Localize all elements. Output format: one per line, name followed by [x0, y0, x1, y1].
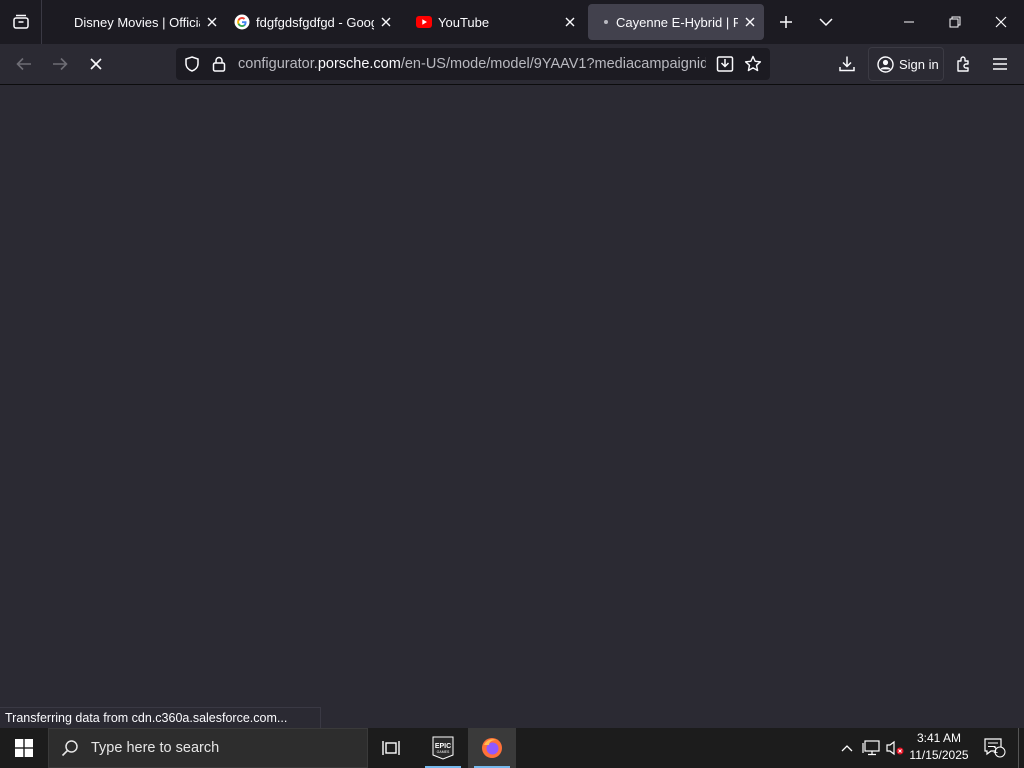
new-tab-button[interactable] — [764, 0, 808, 44]
restore-icon — [949, 16, 961, 28]
tab-title: Cayenne E-Hybrid | Por — [616, 14, 738, 30]
disney-icon — [52, 14, 68, 30]
close-icon — [995, 16, 1007, 28]
volume-tray-button[interactable] — [884, 728, 906, 768]
hamburger-menu-icon — [993, 58, 1007, 70]
task-view-icon — [382, 741, 400, 755]
tracking-protection-shield-icon[interactable] — [184, 56, 200, 72]
tab-title: fdgfgdsfgdfgd - Google — [256, 14, 374, 30]
tab-overview-button[interactable] — [0, 0, 42, 44]
tab-google[interactable]: fdgfgdsfgdfgd - Google — [234, 4, 396, 40]
tab-overview-icon — [12, 14, 29, 29]
tab-close-icon[interactable] — [202, 12, 222, 32]
tab-title: Disney Movies | Official — [74, 14, 200, 30]
taskbar-clock[interactable]: 3:41 AM 11/15/2025 — [904, 730, 974, 766]
lock-icon[interactable] — [212, 56, 226, 72]
minimize-icon — [904, 21, 914, 23]
volume-muted-icon — [886, 740, 904, 756]
sign-in-button[interactable]: Sign in — [868, 47, 944, 81]
sign-in-label: Sign in — [899, 56, 939, 72]
account-icon — [877, 55, 894, 73]
start-button[interactable] — [0, 728, 48, 768]
tab-bar: Disney Movies | Official fdgfgdsfgdfgd -… — [0, 0, 1024, 44]
address-bar[interactable]: configurator.porsche.com/en-US/mode/mode… — [176, 48, 770, 80]
taskbar-epic-games[interactable]: EPIC GAMES — [419, 728, 467, 768]
navigation-toolbar: configurator.porsche.com/en-US/mode/mode… — [0, 44, 1024, 85]
notification-count-badge: 1 — [993, 745, 999, 755]
extensions-button[interactable] — [948, 48, 980, 80]
stop-icon — [90, 58, 102, 70]
search-icon — [61, 740, 78, 757]
downloads-button[interactable] — [831, 48, 863, 80]
stop-loading-button[interactable] — [80, 48, 112, 80]
network-tray-button[interactable] — [860, 728, 882, 768]
url-host: porsche.com — [317, 56, 401, 72]
svg-text:GAMES: GAMES — [437, 750, 450, 754]
url-text[interactable]: configurator.porsche.com/en-US/mode/mode… — [238, 48, 706, 80]
url-path: /en-US/mode/model/9YAAV1?mediacampaignid… — [400, 56, 706, 72]
close-window-button[interactable] — [978, 0, 1024, 44]
arrow-left-icon — [16, 57, 31, 71]
bookmark-star-icon[interactable] — [744, 55, 762, 73]
page-content-area[interactable] — [0, 85, 1024, 728]
download-icon — [839, 56, 855, 72]
arrow-right-icon — [53, 57, 68, 71]
tab-youtube[interactable]: YouTube — [416, 4, 580, 40]
task-view-button[interactable] — [368, 728, 416, 768]
google-icon — [234, 14, 250, 30]
loading-dot-icon — [602, 14, 610, 30]
action-center-button[interactable]: 1 — [978, 728, 1012, 768]
search-placeholder: Type here to search — [91, 740, 220, 756]
svg-text:EPIC: EPIC — [435, 743, 451, 750]
windows-logo-icon — [15, 739, 33, 757]
windows-taskbar: Type here to search EPIC GAMES 3:41 AM 1… — [0, 728, 1024, 768]
forward-button[interactable] — [44, 48, 76, 80]
tab-title: YouTube — [438, 14, 490, 30]
taskbar-search-box[interactable]: Type here to search — [48, 728, 368, 768]
tab-close-icon[interactable] — [740, 12, 760, 32]
back-button[interactable] — [8, 48, 40, 80]
taskbar-firefox[interactable] — [468, 728, 516, 768]
restore-button[interactable] — [932, 0, 978, 44]
tab-close-icon[interactable] — [376, 12, 396, 32]
tab-cayenne-active[interactable]: Cayenne E-Hybrid | Por — [588, 4, 764, 40]
clock-time: 3:41 AM — [916, 731, 962, 745]
tab-disney[interactable]: Disney Movies | Official — [52, 4, 222, 40]
chevron-up-icon — [841, 745, 853, 752]
firefox-icon — [482, 738, 502, 758]
puzzle-icon — [957, 56, 969, 72]
youtube-icon — [416, 14, 432, 30]
clock-date: 11/15/2025 — [909, 748, 969, 762]
network-icon — [862, 740, 880, 756]
chevron-down-icon — [819, 18, 833, 27]
show-desktop-button[interactable] — [1018, 728, 1024, 768]
url-prefix: configurator. — [238, 56, 318, 72]
epic-games-icon: EPIC GAMES — [432, 736, 454, 760]
save-to-pocket-icon[interactable] — [716, 55, 734, 73]
status-panel: Transferring data from cdn.c360a.salesfo… — [0, 707, 321, 728]
tab-close-icon[interactable] — [560, 12, 580, 32]
plus-icon — [780, 16, 792, 28]
app-menu-button[interactable] — [984, 48, 1016, 80]
list-all-tabs-button[interactable] — [804, 0, 848, 44]
minimize-button[interactable] — [886, 0, 932, 44]
show-hidden-icons-button[interactable] — [836, 728, 858, 768]
